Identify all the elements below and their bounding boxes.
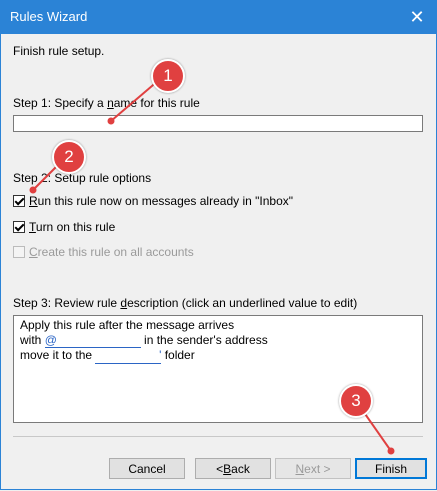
window-title: Rules Wizard	[10, 9, 88, 24]
callout-badge-1: 1	[151, 59, 185, 93]
rule-name-input[interactable]	[13, 115, 423, 132]
page-subtitle: Finish rule setup.	[13, 44, 105, 58]
callout-badge-3: 3	[339, 384, 373, 418]
option-run-now[interactable]: Run this rule now on messages already in…	[13, 194, 293, 208]
description-line-1: Apply this rule after the message arrive…	[20, 318, 235, 332]
back-button[interactable]: < Back	[195, 458, 271, 479]
button-separator	[13, 436, 423, 437]
all-accounts-label: Create this rule on all accounts	[29, 245, 194, 259]
next-button: Next >	[275, 458, 351, 479]
run-now-checkbox[interactable]	[13, 195, 25, 207]
turn-on-checkbox[interactable]	[13, 221, 25, 233]
turn-on-label: Turn on this rule	[29, 220, 116, 234]
step1-label: Step 1: Specify a name for this rule	[13, 96, 200, 110]
option-turn-on[interactable]: Turn on this rule	[13, 220, 115, 234]
callout-badge-2: 2	[52, 140, 86, 174]
all-accounts-checkbox	[13, 246, 25, 258]
folder-link[interactable]: '	[95, 348, 162, 364]
finish-button[interactable]: Finish	[355, 458, 427, 479]
description-line-3: move it to the ' folder	[20, 348, 195, 364]
run-now-label: Run this rule now on messages already in…	[29, 194, 293, 208]
mnemonic-n: n	[107, 96, 114, 110]
step3-label: Step 3: Review rule description (click a…	[13, 296, 358, 310]
description-line-2: with @ in the sender's address	[20, 332, 268, 348]
title-bar: Rules Wizard ✕	[0, 0, 437, 34]
option-all-accounts: Create this rule on all accounts	[13, 245, 194, 259]
close-icon[interactable]: ✕	[405, 5, 429, 29]
cancel-button[interactable]: Cancel	[109, 458, 185, 479]
sender-address-link[interactable]: @	[44, 333, 141, 348]
step2-label: Step 2: Setup rule options	[13, 171, 152, 185]
